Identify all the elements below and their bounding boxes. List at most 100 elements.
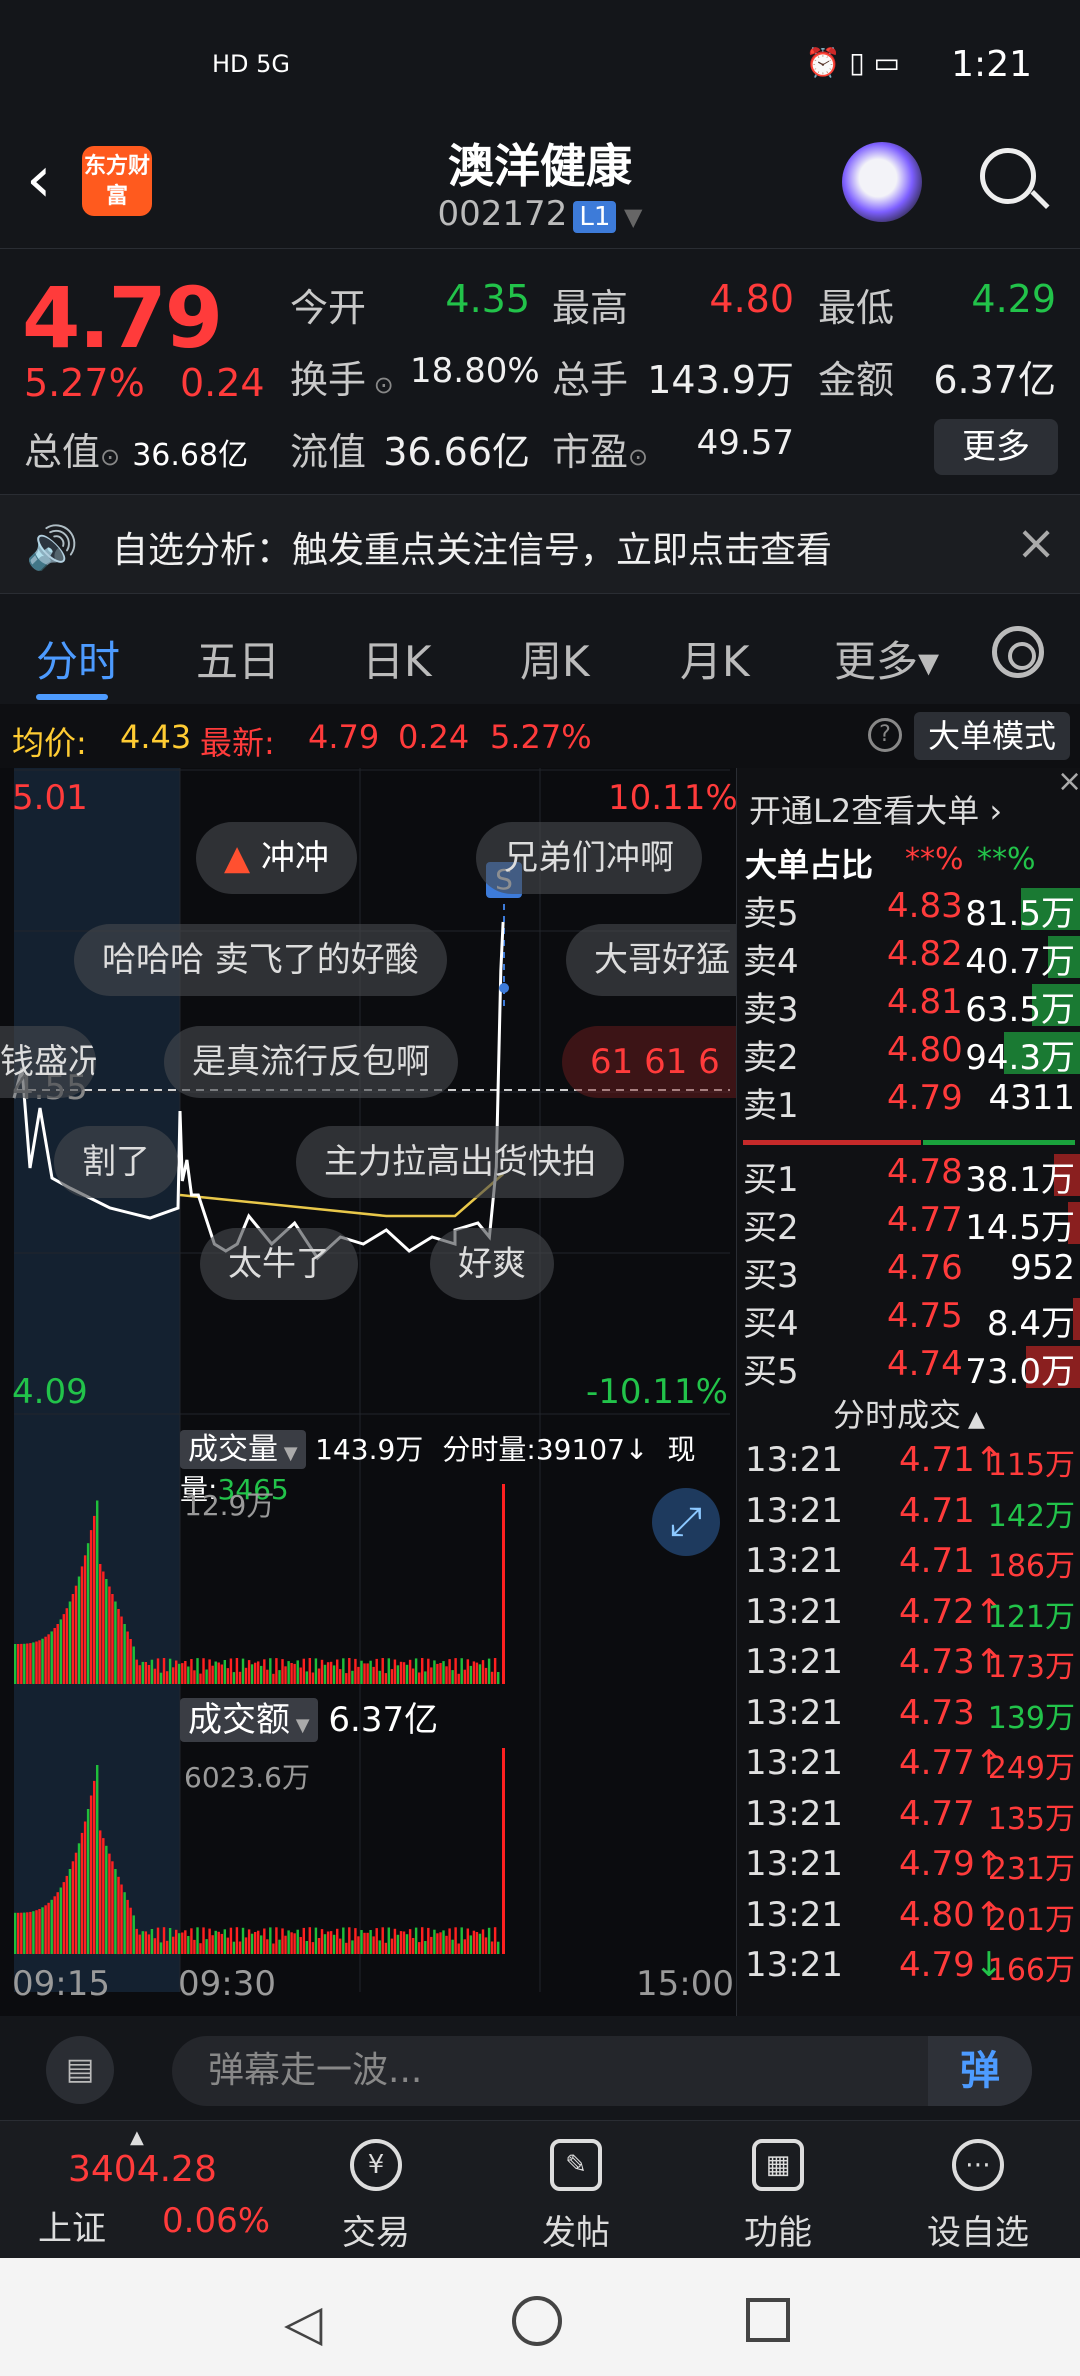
volume-bar bbox=[83, 1821, 87, 1954]
sell-volume: 4311 bbox=[988, 1078, 1075, 1118]
danmaku-bubble: 太牛了 bbox=[200, 1228, 358, 1300]
trade-time: 13:21 bbox=[745, 1541, 843, 1581]
alert-text[interactable]: 自选分析：触发重点关注信号，立即点击查看 bbox=[112, 521, 832, 573]
recent-apps-icon[interactable] bbox=[746, 2298, 790, 2342]
more-button[interactable]: 更多 bbox=[934, 419, 1058, 475]
volume-bar bbox=[44, 1905, 47, 1954]
big-order-mode-button[interactable]: 大单模式 bbox=[914, 712, 1070, 760]
index-percent[interactable]: 0.06% bbox=[162, 2201, 270, 2241]
info-icon[interactable]: ⊙ bbox=[100, 443, 120, 471]
volume-bar bbox=[439, 1932, 442, 1954]
intraday-chart[interactable]: 5.01 10.11% 4.55 4.09 -10.11% S ▲ 冲冲 兄弟们… bbox=[0, 768, 738, 2016]
expand-icon[interactable]: ⤢ bbox=[652, 1488, 720, 1556]
amount-selector[interactable]: 成交额 ▼ bbox=[180, 1698, 318, 1742]
volume-bar bbox=[162, 1658, 166, 1684]
volume-bar bbox=[290, 1663, 293, 1684]
danmaku-input[interactable]: 弹幕走一波... bbox=[172, 2036, 1032, 2106]
volume-bar bbox=[348, 1658, 351, 1684]
tab-monthly-k[interactable]: 月K bbox=[680, 628, 750, 689]
tab-weekly-k[interactable]: 周K bbox=[520, 628, 590, 689]
info-icon[interactable]: ⊙ bbox=[628, 443, 648, 471]
tab-five-day[interactable]: 五日 bbox=[196, 628, 280, 689]
volume-bar bbox=[147, 1934, 151, 1954]
volume-bar bbox=[208, 1928, 211, 1954]
close-icon[interactable]: × bbox=[1016, 515, 1056, 571]
l2-upsell-link[interactable]: 开通L2查看大单 › bbox=[749, 786, 1002, 832]
trade-row: 13:21 4.73↑ 173万 bbox=[737, 1642, 1080, 1692]
volume-bar bbox=[342, 1658, 345, 1684]
chart-tabs: 分时 五日 日K 周K 月K 更多▾ bbox=[0, 604, 1080, 704]
sell-level-label: 卖1 bbox=[743, 1086, 799, 1126]
volume-bar bbox=[445, 1666, 448, 1684]
nav-functions-label: 功能 bbox=[744, 2213, 812, 2253]
info-icon[interactable]: ⊙ bbox=[366, 371, 394, 399]
volume-bar bbox=[396, 1934, 400, 1954]
volume-bar bbox=[77, 1843, 81, 1954]
volume-bar bbox=[80, 1832, 84, 1954]
volume-bar bbox=[20, 1912, 23, 1954]
close-icon[interactable]: × bbox=[1057, 767, 1080, 797]
volume-bar bbox=[384, 1942, 388, 1954]
volume-bar bbox=[278, 1670, 281, 1684]
time-start-label: 09:15 bbox=[12, 1964, 110, 2004]
volume-bar bbox=[147, 1665, 151, 1684]
volume-bar bbox=[123, 1624, 126, 1684]
danmaku-settings-icon[interactable]: ▤ bbox=[46, 2036, 114, 2104]
volume-bar bbox=[193, 1670, 196, 1684]
volume-bar bbox=[86, 1543, 90, 1684]
volume-bar bbox=[399, 1661, 403, 1684]
volume-bar bbox=[402, 1931, 406, 1954]
turnover-value: 18.80% bbox=[410, 351, 540, 391]
volume-bar bbox=[354, 1928, 357, 1954]
tab-daily-k[interactable]: 日K bbox=[362, 628, 432, 689]
turnover-label-text: 换手 bbox=[290, 358, 367, 402]
chevron-down-icon: ▼ bbox=[290, 1715, 310, 1736]
tab-more[interactable]: 更多▾ bbox=[834, 628, 939, 689]
volume-bar bbox=[175, 1660, 178, 1684]
back-triangle-icon[interactable]: ◁ bbox=[284, 2294, 322, 2352]
low-label: 最低 bbox=[818, 286, 895, 330]
nav-trade[interactable]: ¥ 交易 bbox=[306, 2139, 446, 2254]
volume-bar bbox=[266, 1939, 269, 1954]
volume-bar bbox=[332, 1665, 336, 1684]
alert-banner[interactable]: 🔊 自选分析：触发重点关注信号，立即点击查看 × bbox=[0, 494, 1080, 594]
float-value-label: 流值 bbox=[290, 430, 367, 474]
amount-value: 6.37亿 bbox=[933, 358, 1056, 402]
trade-row: 13:21 4.71 142万 bbox=[737, 1491, 1080, 1541]
amount-label: 金额 bbox=[818, 358, 895, 402]
volume-bar bbox=[451, 1939, 454, 1954]
volume-bar bbox=[126, 1631, 129, 1684]
nav-add-watchlist[interactable]: ⋯ 设自选 bbox=[908, 2139, 1048, 2254]
volume-bar bbox=[214, 1661, 217, 1684]
search-icon[interactable] bbox=[980, 148, 1036, 204]
danmaku-send-button[interactable]: 弹 bbox=[928, 2036, 1032, 2106]
trade-volume: 142万 bbox=[987, 1498, 1075, 1534]
volume-bar bbox=[463, 1939, 467, 1954]
nav-post[interactable]: ✎ 发帖 bbox=[506, 2139, 646, 2254]
stock-code-row[interactable]: 002172 L1 ▼ bbox=[0, 194, 1080, 234]
ratio-bar-green bbox=[923, 1140, 1075, 1145]
home-circle-icon[interactable] bbox=[512, 2296, 562, 2346]
index-name[interactable]: 上证 bbox=[38, 2201, 106, 2250]
volume-bar bbox=[481, 1929, 485, 1954]
tab-intraday[interactable]: 分时 bbox=[36, 628, 120, 689]
trade-row: 13:21 4.79↑ 231万 bbox=[737, 1844, 1080, 1894]
trades-header[interactable]: 分时成交 ▲ bbox=[737, 1390, 1080, 1436]
volume-bar bbox=[290, 1932, 293, 1954]
gear-icon[interactable] bbox=[992, 626, 1044, 678]
trade-time: 13:21 bbox=[745, 1642, 843, 1682]
volume-bar bbox=[329, 1931, 333, 1954]
volume-bar bbox=[405, 1664, 409, 1684]
robot-avatar-icon[interactable] bbox=[842, 142, 922, 222]
nav-functions[interactable]: ▦ 功能 bbox=[708, 2139, 848, 2254]
volume-bar bbox=[354, 1658, 357, 1684]
help-icon[interactable]: ? bbox=[868, 718, 902, 752]
volume-selector[interactable]: 成交量 ▼ bbox=[180, 1430, 306, 1469]
volume-bar bbox=[235, 1658, 239, 1684]
volume-bar bbox=[436, 1933, 439, 1954]
index-value[interactable]: 3404.28 bbox=[68, 2149, 217, 2190]
volume-bar bbox=[257, 1661, 260, 1684]
volume-bar bbox=[336, 1928, 339, 1954]
volume-bar bbox=[433, 1660, 436, 1684]
volume-bar bbox=[196, 1658, 199, 1684]
